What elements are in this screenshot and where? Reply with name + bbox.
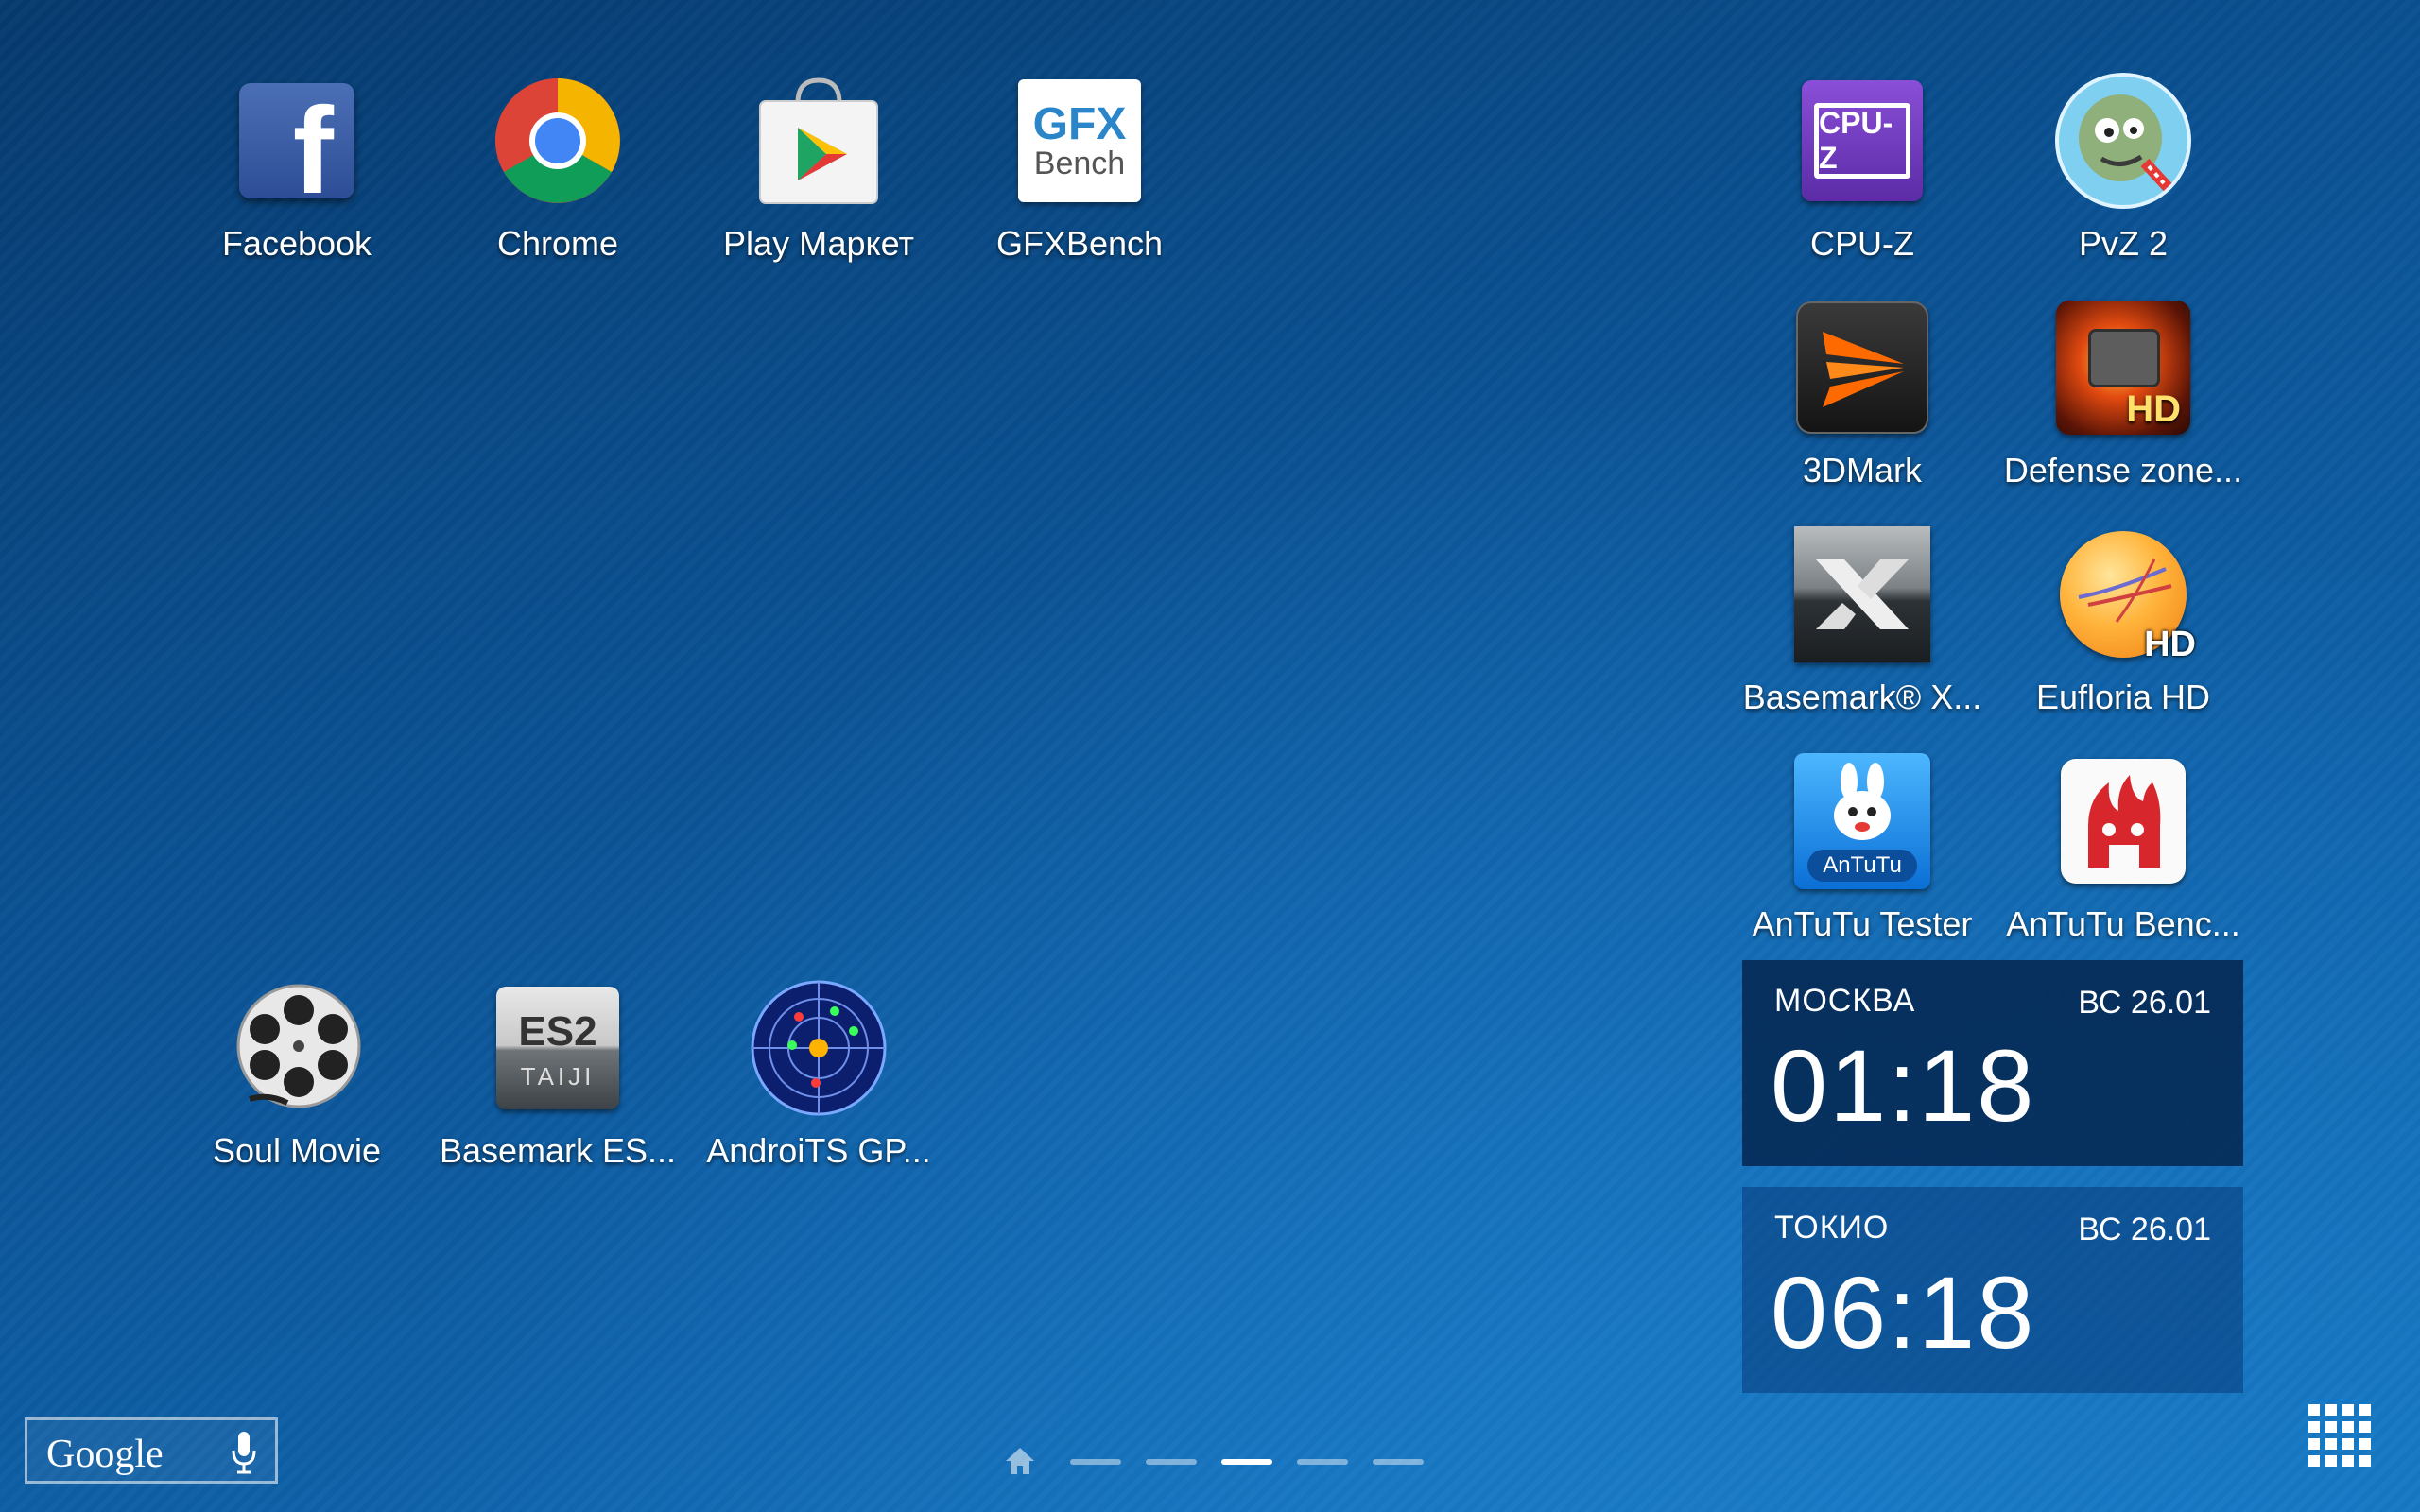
film-reel-icon [228, 979, 366, 1117]
cpu-z-icon: CPU-Z [1793, 72, 1931, 210]
app-soul-movie[interactable]: Soul Movie [166, 979, 427, 1187]
app-label: Eufloria HD [2035, 679, 2211, 716]
app-label: Chrome [496, 225, 619, 263]
antutu-tester-icon: AnTuTu [1793, 752, 1931, 890]
pvz-icon [2054, 72, 2192, 210]
app-label: Basemark ES... [439, 1132, 677, 1170]
app-cpu-z[interactable]: CPU-Z CPU-Z [1732, 72, 1993, 280]
clock-widget-moscow[interactable]: МОСКВА ВС 26.01 01:18 [1742, 960, 2243, 1166]
clock-time: 06:18 [1771, 1255, 2036, 1369]
app-grid-icon[interactable] [2307, 1402, 2373, 1469]
facebook-icon: f [228, 72, 366, 210]
app-facebook[interactable]: f Facebook [166, 72, 427, 280]
play-store-icon [750, 72, 888, 210]
app-label: Facebook [221, 225, 372, 263]
app-label: Play Маркет [723, 225, 914, 263]
basemark-x-icon [1793, 525, 1931, 663]
page-dot[interactable] [1373, 1459, 1424, 1465]
home-icon[interactable] [1002, 1444, 1038, 1478]
app-eufloria[interactable]: HD Eufloria HD [1993, 525, 2254, 733]
app-label: CPU-Z [1810, 225, 1914, 263]
app-label: 3DMark [1802, 452, 1923, 490]
app-basemark-x[interactable]: Basemark® X... [1732, 525, 1993, 733]
microphone-icon[interactable] [230, 1430, 258, 1475]
basemark-es2-icon: ES2 TAIJI [489, 979, 627, 1117]
chrome-icon [489, 72, 627, 210]
page-indicator[interactable] [1002, 1444, 1437, 1482]
antutu-bench-icon [2054, 752, 2192, 890]
clock-time: 01:18 [1771, 1028, 2036, 1143]
app-antutu-benchmark[interactable]: AnTuTu Benc... [1993, 752, 2254, 960]
clock-widget-tokyo[interactable]: ТОКИО ВС 26.01 06:18 [1742, 1187, 2243, 1393]
clock-date: ВС 26.01 [2078, 985, 2211, 1021]
google-search-bar[interactable]: Google [25, 1418, 278, 1484]
app-label: AnTuTu Tester [1752, 905, 1973, 943]
gps-radar-icon [750, 979, 888, 1117]
app-gfxbench[interactable]: GFX Bench GFXBench [949, 72, 1210, 280]
app-pvz2[interactable]: PvZ 2 [1993, 72, 2254, 280]
app-label: AnTuTu Benc... [2006, 905, 2240, 943]
app-3dmark[interactable]: 3DMark [1732, 299, 1993, 507]
clock-city: МОСКВА [1774, 983, 1916, 1019]
3dmark-icon [1793, 299, 1931, 437]
page-dot[interactable] [1146, 1459, 1197, 1465]
app-label: AndroiTS GP... [706, 1132, 931, 1170]
app-basemark-es[interactable]: ES2 TAIJI Basemark ES... [427, 979, 688, 1187]
page-dot[interactable] [1070, 1459, 1121, 1465]
app-chrome[interactable]: Chrome [427, 72, 688, 280]
page-dot-active[interactable] [1221, 1459, 1272, 1465]
defense-zone-icon: HD [2054, 299, 2192, 437]
app-label: Basemark® X... [1742, 679, 1982, 716]
app-play-store[interactable]: Play Маркет [688, 72, 949, 280]
app-antutu-tester[interactable]: AnTuTu AnTuTu Tester [1732, 752, 1993, 960]
app-androits-gps[interactable]: AndroiTS GP... [688, 979, 949, 1187]
clock-city: ТОКИО [1774, 1210, 1890, 1246]
page-dot[interactable] [1297, 1459, 1348, 1465]
app-defense-zone[interactable]: HD Defense zone... [1993, 299, 2254, 507]
clock-date: ВС 26.01 [2078, 1211, 2211, 1247]
app-label: GFXBench [995, 225, 1164, 263]
app-label: Defense zone... [2003, 452, 2243, 490]
gfxbench-icon: GFX Bench [1011, 72, 1149, 210]
google-logo: Google [46, 1433, 164, 1476]
app-label: Soul Movie [212, 1132, 382, 1170]
app-label: PvZ 2 [2078, 225, 2169, 263]
eufloria-icon: HD [2054, 525, 2196, 664]
